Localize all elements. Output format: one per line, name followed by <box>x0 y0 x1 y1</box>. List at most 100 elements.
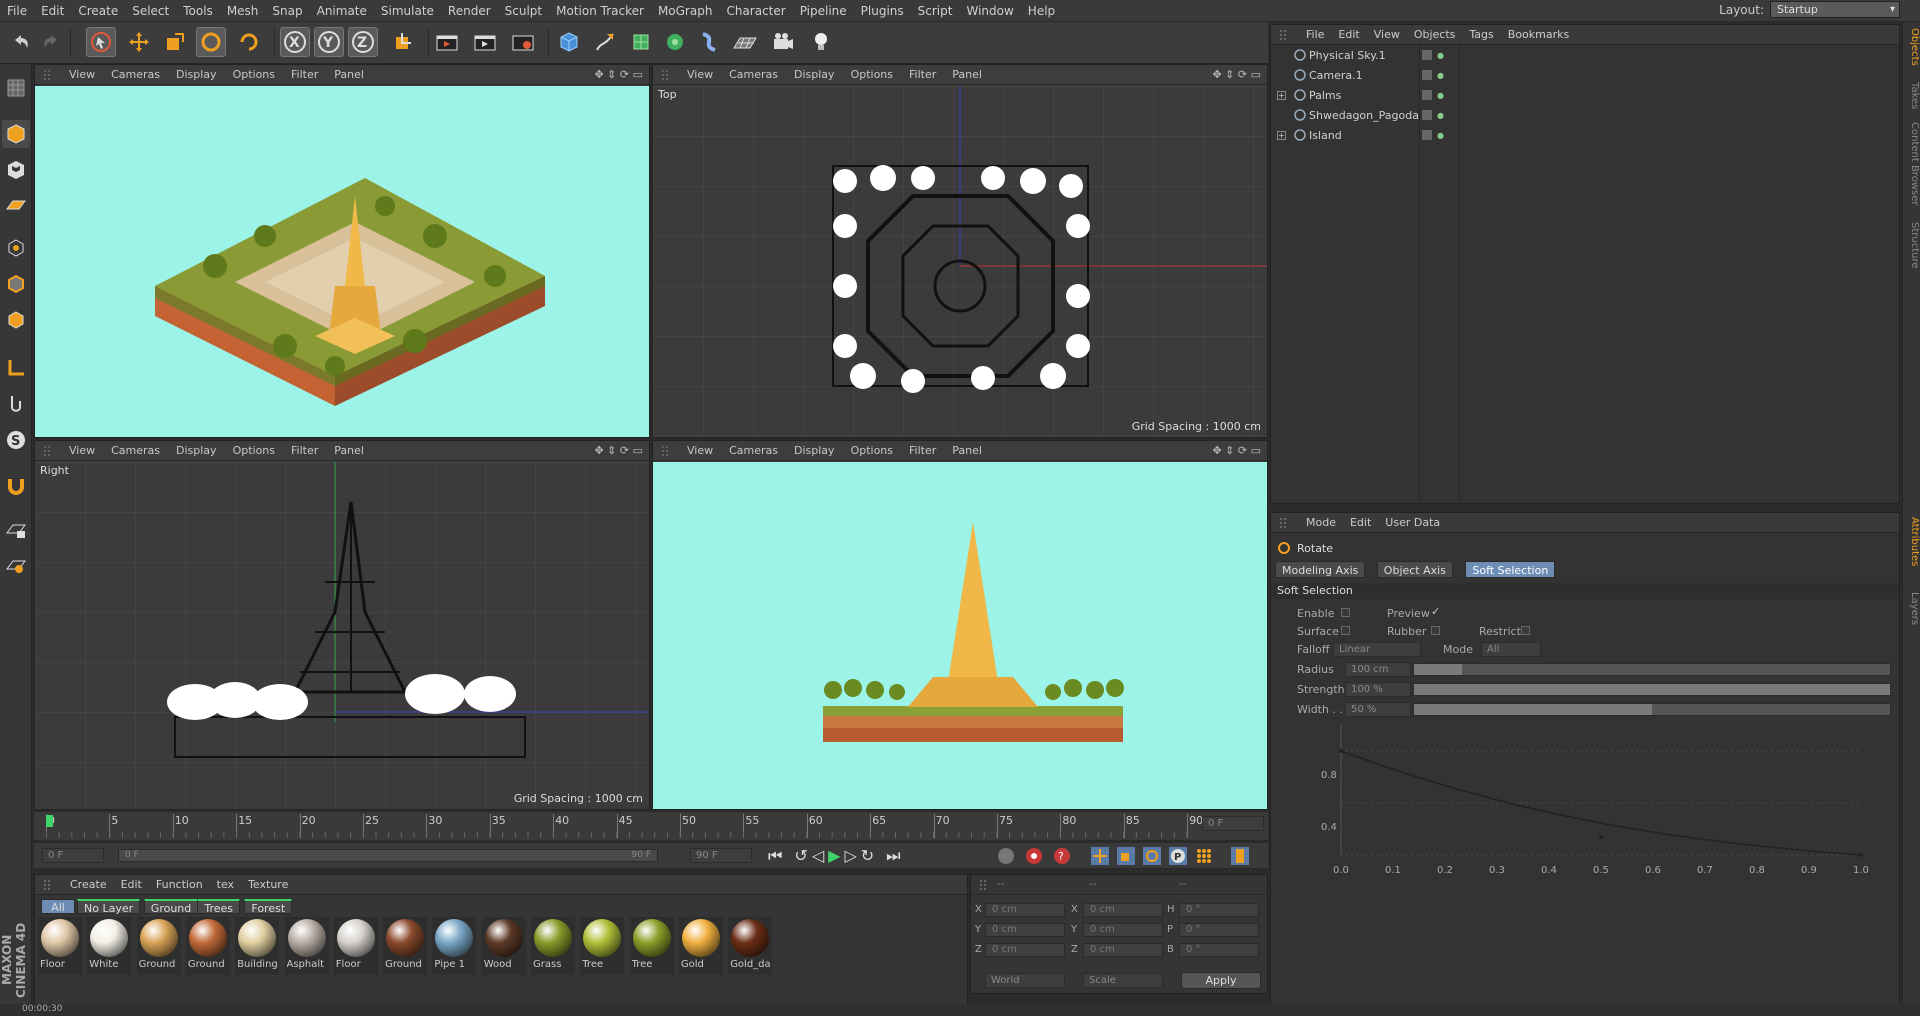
viewport-menu-cameras[interactable]: Cameras <box>721 444 786 457</box>
coord-field[interactable]: 0 cm <box>1083 903 1163 917</box>
viewport-perspective[interactable]: View Cameras Display Options Filter Panel ✥ ⇕… <box>34 64 650 438</box>
material-swatch[interactable]: Floor <box>38 917 82 975</box>
menu-character[interactable]: Character <box>719 0 792 22</box>
surface-checkbox[interactable] <box>1341 626 1350 635</box>
play-icon[interactable]: ▶ <box>828 846 840 866</box>
menu-plugins[interactable]: Plugins <box>854 0 911 22</box>
strength-field[interactable]: 100 % <box>1345 682 1411 697</box>
menu-tools[interactable]: Tools <box>176 0 220 22</box>
material-swatch[interactable]: Tree <box>580 917 625 975</box>
z-axis-icon[interactable]: Z <box>348 27 378 57</box>
material-swatch[interactable]: Ground <box>185 917 230 975</box>
om-menu-edit[interactable]: Edit <box>1331 28 1366 41</box>
viewport-controls[interactable]: ✥ ⇕ ⟳ ▭ <box>594 444 643 457</box>
timeline-ruler[interactable]: 051015202530354045505560657075808590 0 F <box>34 812 1268 840</box>
menu-select[interactable]: Select <box>125 0 176 22</box>
om-menu-file[interactable]: File <box>1299 28 1331 41</box>
material-swatch[interactable]: Ground <box>136 917 181 975</box>
y-axis-icon[interactable]: Y <box>314 27 344 57</box>
filter-ground[interactable]: Ground <box>143 899 199 915</box>
coord-field[interactable]: 0 cm <box>1083 943 1163 957</box>
autokeying-icon[interactable] <box>1024 846 1044 866</box>
expand-toggle[interactable]: + <box>1277 130 1286 140</box>
viewport-menu-view[interactable]: View <box>679 68 721 81</box>
previous-key-icon[interactable]: ↺ <box>794 846 807 866</box>
render-to-picture-viewer-icon[interactable] <box>470 27 500 57</box>
am-menu-mode[interactable]: Mode <box>1299 516 1343 529</box>
mm-menu-tex[interactable]: tex <box>210 878 241 891</box>
tab-soft-selection[interactable]: Soft Selection <box>1465 561 1556 578</box>
material-swatch[interactable]: Gold <box>678 917 723 975</box>
width-slider[interactable] <box>1413 703 1891 716</box>
material-swatch[interactable]: White <box>87 917 132 975</box>
tab-object-axis[interactable]: Object Axis <box>1376 561 1453 578</box>
light-icon[interactable] <box>806 27 836 57</box>
floor-icon[interactable] <box>730 27 760 57</box>
menu-animate[interactable]: Animate <box>310 0 374 22</box>
end-frame-field[interactable]: 90 F <box>690 848 752 863</box>
go-to-end-icon[interactable]: ⏭ <box>886 846 900 866</box>
subdivision-surface-icon[interactable] <box>626 27 656 57</box>
mm-menu-create[interactable]: Create <box>63 878 114 891</box>
object-name[interactable]: Camera.1 <box>1309 69 1363 82</box>
material-swatch[interactable]: Gold_da <box>728 917 773 975</box>
object-row[interactable]: Shwedagon_Pagoda ● <box>1271 105 1899 125</box>
viewport-canvas[interactable]: Right Grid Spacing : 1000 cm <box>35 462 649 809</box>
object-row[interactable]: Physical Sky.1 ● <box>1271 45 1899 65</box>
menu-script[interactable]: Script <box>911 0 960 22</box>
current-frame-field[interactable]: 0 F <box>1202 816 1264 831</box>
object-name[interactable]: Shwedagon_Pagoda <box>1309 109 1419 122</box>
mm-menu-edit[interactable]: Edit <box>114 878 149 891</box>
viewport-menu-panel[interactable]: Panel <box>326 68 372 81</box>
viewport-canvas[interactable] <box>35 86 649 437</box>
coord-field[interactable]: 0 cm <box>985 923 1065 937</box>
apply-button[interactable]: Apply <box>1181 972 1261 989</box>
falloff-dropdown[interactable]: Linear <box>1333 642 1421 657</box>
viewport-menu-panel[interactable]: Panel <box>944 444 990 457</box>
expand-toggle[interactable]: + <box>1277 90 1286 100</box>
object-row[interactable]: Camera.1 ● <box>1271 65 1899 85</box>
next-frame-icon[interactable]: ▷ <box>844 846 856 866</box>
world-dropdown[interactable]: World <box>985 973 1065 988</box>
enable-checkbox[interactable] <box>1341 608 1350 617</box>
cloner-icon[interactable] <box>660 27 690 57</box>
material-swatch[interactable]: Asphalt <box>284 917 329 975</box>
previous-frame-icon[interactable]: ◁ <box>812 846 824 866</box>
polygons-mode-icon[interactable] <box>2 306 30 334</box>
range-slider[interactable]: 0 F 90 F <box>118 849 658 862</box>
object-name[interactable]: Island <box>1309 129 1342 142</box>
snapping-icon[interactable]: S <box>2 426 30 454</box>
preview-checkbox[interactable]: ✓ <box>1431 605 1440 618</box>
viewport-right[interactable]: View Cameras Display Options Filter Panel ✥ ⇕… <box>34 440 650 810</box>
start-frame-field[interactable]: 0 F <box>42 848 104 863</box>
model-mode-icon[interactable] <box>2 120 30 148</box>
record-active-objects-icon[interactable] <box>996 846 1016 866</box>
viewport-menu-panel[interactable]: Panel <box>944 68 990 81</box>
viewport-menu-options[interactable]: Options <box>843 444 901 457</box>
viewport-menu-view[interactable]: View <box>679 444 721 457</box>
position-key-icon[interactable] <box>1090 846 1110 866</box>
recent-tool-icon[interactable] <box>234 27 264 57</box>
mm-menu-texture[interactable]: Texture <box>241 878 295 891</box>
filter-all[interactable]: All <box>41 899 75 914</box>
coord-field[interactable]: 0 cm <box>1083 923 1163 937</box>
filter-forest[interactable]: Forest <box>244 899 293 915</box>
viewport-menu-display[interactable]: Display <box>786 444 843 457</box>
strength-slider[interactable] <box>1413 683 1891 696</box>
points-mode-icon[interactable] <box>2 234 30 262</box>
menu-mesh[interactable]: Mesh <box>220 0 266 22</box>
menu-motion-tracker[interactable]: Motion Tracker <box>549 0 651 22</box>
workplane-mode-icon[interactable] <box>2 192 30 220</box>
edges-mode-icon[interactable] <box>2 270 30 298</box>
viewport-menu-display[interactable]: Display <box>168 68 225 81</box>
viewport-canvas[interactable]: Top Grid Spacing : 1000 cm <box>653 86 1267 437</box>
viewport-menu-display[interactable]: Display <box>168 444 225 457</box>
om-menu-bookmarks[interactable]: Bookmarks <box>1501 28 1576 41</box>
go-to-start-icon[interactable]: ⏮ <box>768 846 782 866</box>
viewport-menu-options[interactable]: Options <box>843 68 901 81</box>
object-row[interactable]: + Palms ● <box>1271 85 1899 105</box>
render-view-icon[interactable] <box>432 27 462 57</box>
rubber-checkbox[interactable] <box>1431 626 1440 635</box>
menu-simulate[interactable]: Simulate <box>374 0 441 22</box>
material-swatch[interactable]: Wood <box>481 917 526 975</box>
